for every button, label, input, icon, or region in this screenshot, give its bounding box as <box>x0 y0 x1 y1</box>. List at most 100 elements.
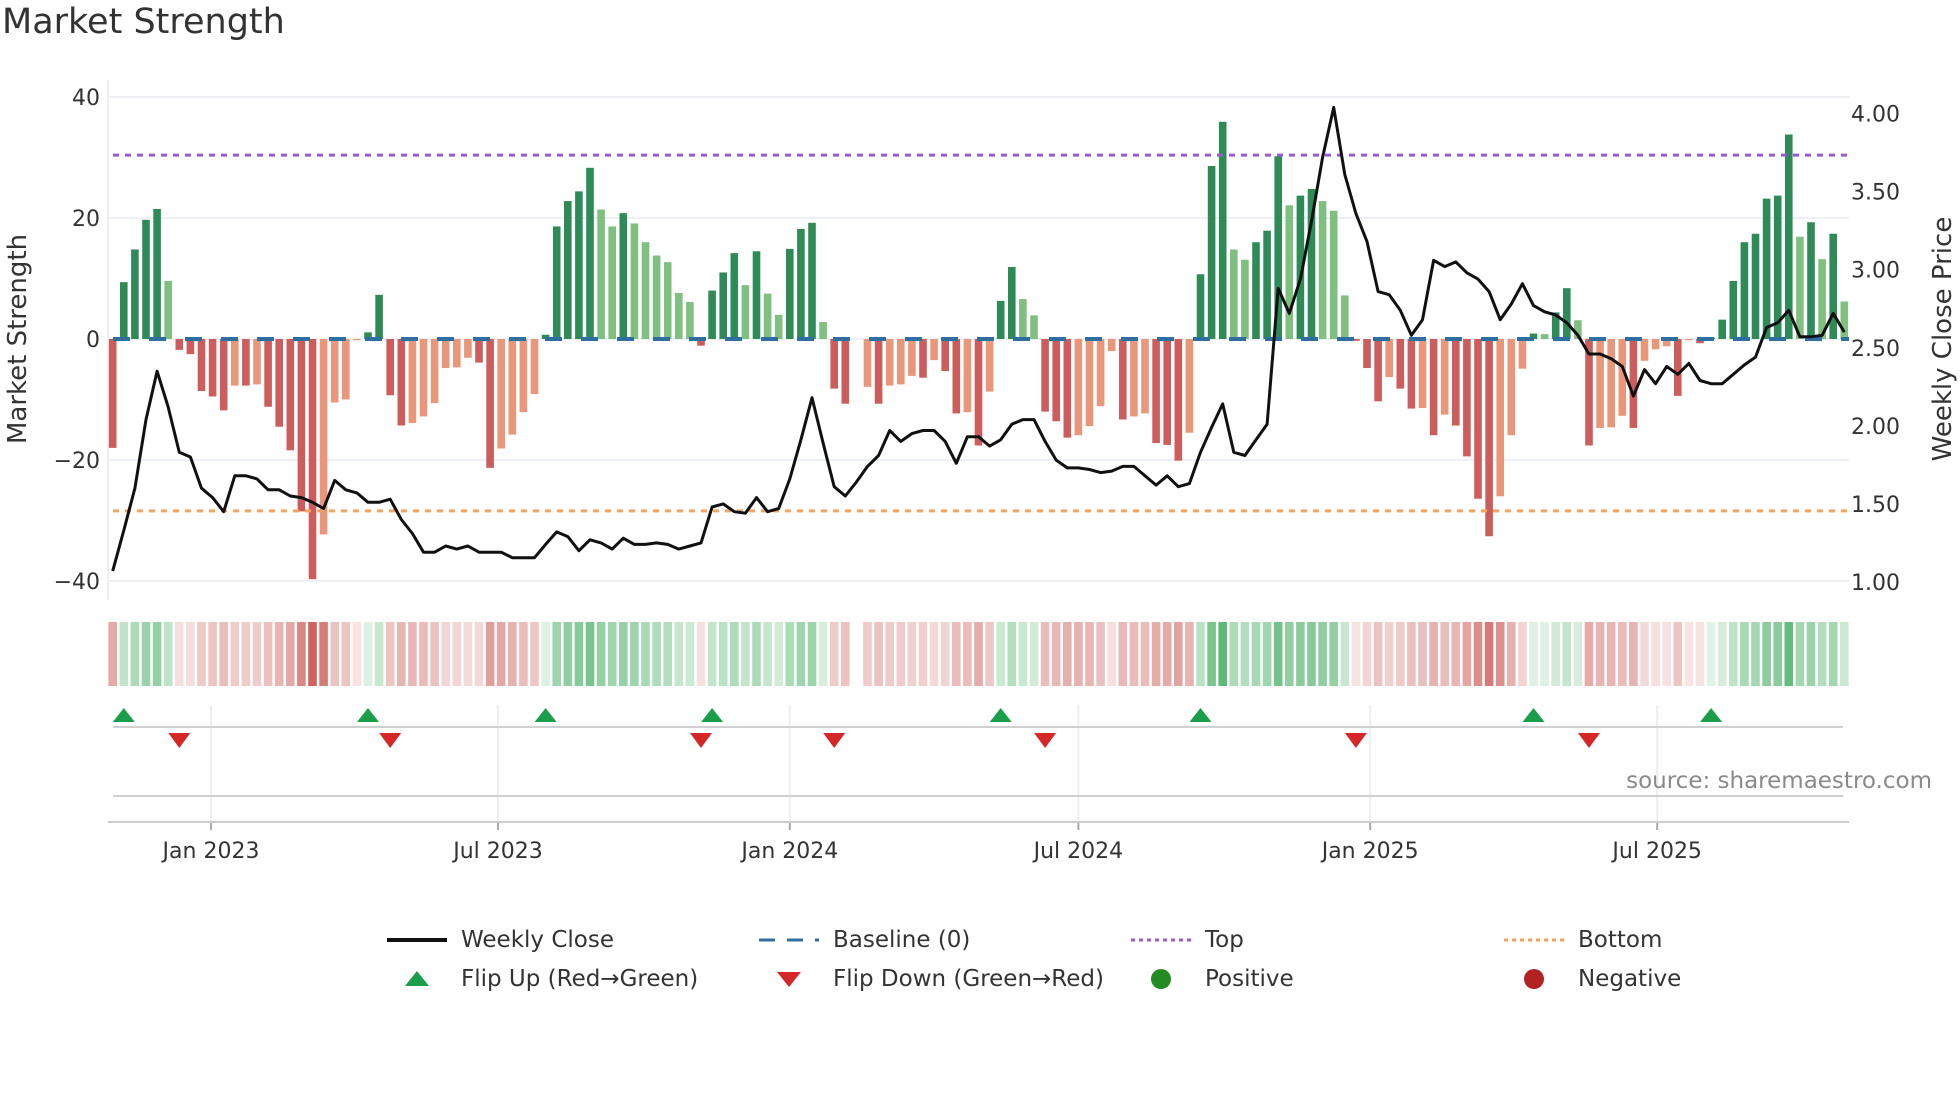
strip-cell <box>1051 622 1061 686</box>
bar-negative <box>1485 339 1493 537</box>
flip-down-marker <box>1578 733 1600 748</box>
flip-up-marker <box>1522 708 1545 722</box>
bar-negative <box>486 339 494 468</box>
strip-cell <box>1828 622 1838 686</box>
strip-cell <box>1751 622 1760 686</box>
strip-cell <box>807 622 817 686</box>
strip-cell <box>1629 622 1638 686</box>
flip-down-marker <box>1344 733 1367 748</box>
strip-cell <box>652 622 661 686</box>
bar-positive <box>586 167 594 339</box>
bar-positive <box>1241 259 1249 339</box>
bar-negative <box>1440 339 1449 415</box>
bar-positive <box>819 322 827 339</box>
strip-cell <box>163 622 173 686</box>
strip-cell <box>596 622 606 686</box>
legend-negative[interactable]: Negative <box>1504 962 1681 996</box>
strip-cell <box>1340 622 1350 686</box>
strip-cell <box>341 622 351 686</box>
bar-negative <box>1674 339 1682 396</box>
dotted-line-swatch-icon <box>1131 938 1191 942</box>
legend-baseline[interactable]: Baseline (0) <box>759 923 970 957</box>
strip-cell <box>996 622 1005 686</box>
strip-cell <box>1806 622 1816 686</box>
y-tick-label: −40 <box>54 570 100 595</box>
strip-cell <box>508 622 517 686</box>
bar-negative <box>1396 339 1405 389</box>
strip-cell <box>1162 622 1172 686</box>
strip-cell <box>1329 622 1338 686</box>
bar-negative <box>208 339 217 397</box>
bar-positive <box>1773 195 1782 339</box>
strip-cell <box>430 622 439 686</box>
strip-cell <box>530 622 539 686</box>
bar-positive <box>153 208 161 339</box>
strip-cell <box>252 622 262 686</box>
bar-positive <box>1563 288 1571 339</box>
bar-positive <box>1796 236 1804 339</box>
legend-top[interactable]: Top <box>1131 923 1244 957</box>
strength-heat-strip <box>108 622 1849 686</box>
strip-cell <box>1817 622 1827 686</box>
strip-cell <box>552 622 561 686</box>
strip-cell <box>397 622 406 686</box>
strip-cell <box>1018 622 1028 686</box>
bar-positive <box>619 213 628 339</box>
strip-cell <box>1595 622 1605 686</box>
x-tick-label: Jul 2023 <box>451 839 543 864</box>
bar-positive <box>597 209 605 339</box>
bar-positive <box>797 228 805 339</box>
bar-negative <box>874 339 883 404</box>
bar-positive <box>1341 295 1349 339</box>
strip-cell <box>863 622 872 686</box>
bar-negative <box>175 339 184 350</box>
bar-negative <box>1385 339 1393 378</box>
strip-cell <box>1140 622 1150 686</box>
y2-tick-label: 3.00 <box>1851 259 1900 284</box>
strip-cell <box>319 622 328 686</box>
bar-positive <box>708 290 716 339</box>
strip-cell <box>929 622 939 686</box>
y2-tick-label: 1.50 <box>1851 493 1900 518</box>
x-tick-label: Jan 2025 <box>1320 839 1419 864</box>
bar-negative <box>830 339 838 389</box>
bar-negative <box>464 339 472 358</box>
strip-cell <box>1673 622 1683 686</box>
flip-down-marker <box>690 733 712 748</box>
strip-cell <box>541 622 550 686</box>
bar-negative <box>1130 339 1138 417</box>
strip-cell <box>1174 622 1183 686</box>
legend-flip-up[interactable]: Flip Up (Red→Green) <box>387 962 698 996</box>
strip-cell <box>874 622 883 686</box>
legend-weekly-close[interactable]: Weekly Close <box>387 923 614 957</box>
bar-positive <box>1318 201 1327 339</box>
legend-positive[interactable]: Positive <box>1131 962 1294 996</box>
y-tick-label: 40 <box>72 86 100 111</box>
bar-negative <box>386 339 394 396</box>
strip-cell <box>1484 622 1494 686</box>
strip-cell <box>1362 622 1372 686</box>
legend-label: Flip Down (Green→Red) <box>833 966 1104 992</box>
legend-flip-down[interactable]: Flip Down (Green→Red) <box>759 962 1104 996</box>
strip-cell <box>1473 622 1483 686</box>
bar-negative <box>1074 339 1083 436</box>
bar-negative <box>1629 339 1638 428</box>
y2-axis-label: Weekly Close Price <box>1928 217 1958 462</box>
strip-cell <box>385 622 395 686</box>
strip-cell <box>1562 622 1572 686</box>
strip-cell <box>208 622 217 686</box>
strip-cell <box>274 622 284 686</box>
bar-negative <box>264 339 272 407</box>
strip-cell <box>1218 622 1227 686</box>
bar-negative <box>253 339 261 385</box>
bar-positive <box>1729 280 1738 339</box>
strip-cell <box>1529 622 1538 686</box>
flip-up-marker <box>534 708 557 722</box>
flip-markers-panel: Jan 2023 Jul 2023 Jan 2024 Jul 2024 Jan 2025… <box>108 705 1849 864</box>
x-tick-label: Jul 2025 <box>1610 839 1702 864</box>
legend-bottom[interactable]: Bottom <box>1504 923 1662 957</box>
bar-negative <box>1651 339 1660 350</box>
market-strength-chart: 40200−20−404.003.503.002.502.001.501.00 … <box>3 80 1958 864</box>
strip-cell <box>741 622 750 686</box>
strip-cell <box>1151 622 1161 686</box>
